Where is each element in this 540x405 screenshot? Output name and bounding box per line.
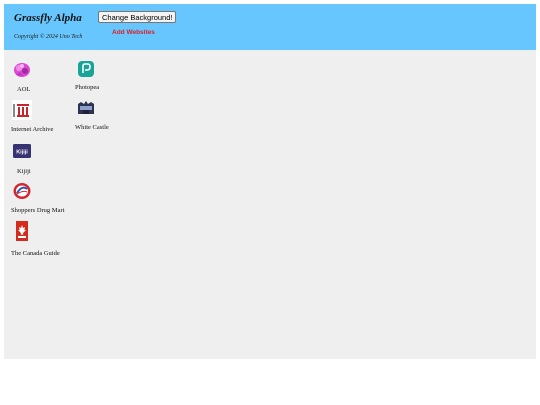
shortcut-aol[interactable]: AOL (10, 60, 50, 96)
shortcut-label: The Canada Guide (11, 250, 60, 257)
shortcut-the-canada-guide[interactable]: The Canada Guide (10, 220, 80, 260)
app-title: Grassfly Alpha (14, 12, 82, 24)
shortcut-shoppers-drug-mart[interactable]: Shoppers Drug Mart (10, 181, 80, 217)
copyright-text: Copyright © 2024 Uno Tech (14, 34, 83, 40)
shortcut-label: White Castle (75, 124, 109, 131)
shortcut-white-castle[interactable]: White Castle (74, 98, 124, 134)
aol-logo-icon (14, 63, 30, 77)
kijiji-logo-icon: Kijiji (13, 144, 31, 158)
shortcut-internet-archive[interactable]: Internet Archive (10, 100, 70, 136)
change-background-button[interactable]: Change Background! (98, 11, 177, 23)
shortcut-label: Shoppers Drug Mart (11, 207, 65, 214)
shortcut-label: Kijiji (17, 168, 31, 175)
shortcut-label: Photopea (75, 84, 100, 91)
canada-flag-icon (16, 221, 28, 241)
shortcut-label: Internet Archive (11, 126, 54, 133)
kijiji-logo-text: Kijiji (16, 150, 28, 156)
shortcut-label: AOL (17, 86, 31, 93)
white-castle-logo-icon (78, 101, 94, 114)
shortcut-photopea[interactable]: Photopea (74, 59, 114, 95)
header-bar: Grassfly Alpha Copyright © 2024 Uno Tech… (4, 4, 536, 50)
photopea-logo-icon (78, 61, 94, 77)
app-frame: Grassfly Alpha Copyright © 2024 Uno Tech… (4, 4, 536, 359)
shortcut-kijiji[interactable]: Kijiji Kijiji (10, 141, 50, 177)
internet-archive-logo-icon (12, 100, 32, 120)
add-websites-link[interactable]: Add Websites (112, 29, 155, 36)
shoppers-drug-mart-logo-icon (13, 183, 31, 199)
